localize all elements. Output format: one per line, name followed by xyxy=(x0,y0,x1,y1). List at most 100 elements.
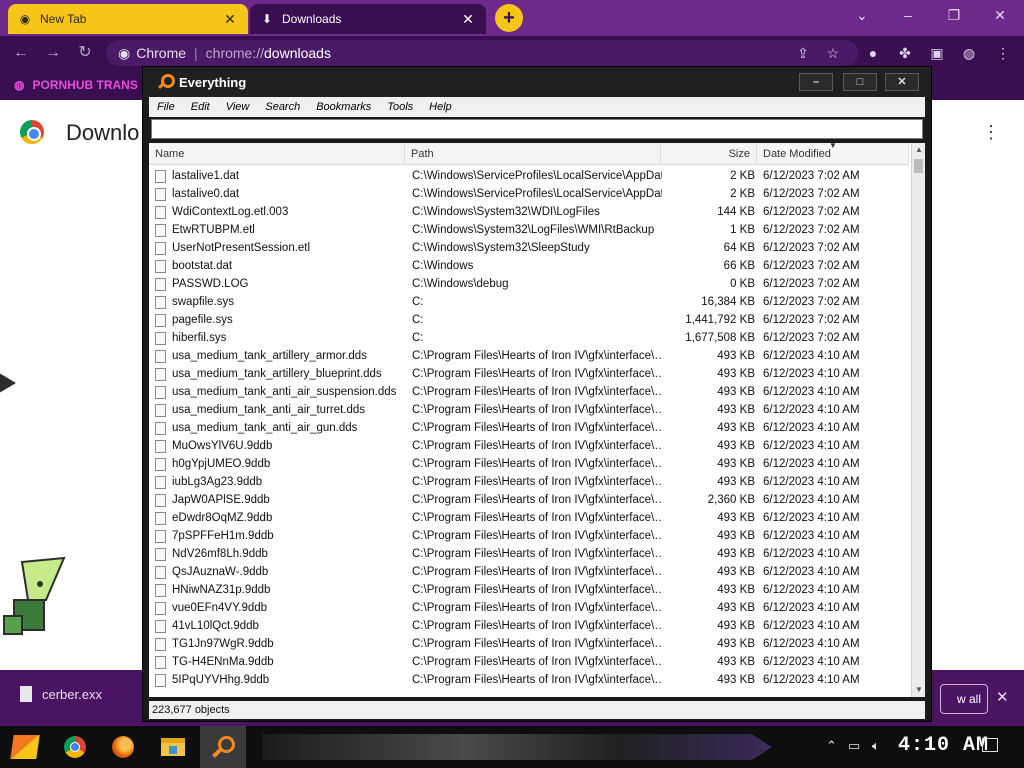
column-header-date-modified[interactable]: Date Modified ▼ xyxy=(757,143,909,165)
back-arrow-icon[interactable]: ← xyxy=(10,42,32,64)
file-size: 493 KB xyxy=(717,368,755,380)
close-window-icon[interactable]: ✕ xyxy=(980,4,1020,26)
result-row[interactable]: hiberfil.sys C: 1,677,508 KB 6/12/2023 7:02… xyxy=(149,329,909,347)
file-path: C:\Windows\System32\WDI\LogFiles xyxy=(412,206,600,218)
close-icon[interactable]: ✕ xyxy=(460,11,476,28)
kebab-menu-icon[interactable]: ⋮ xyxy=(994,44,1012,62)
result-row[interactable]: lastalive1.dat C:\Windows\ServiceProfiles… xyxy=(149,167,909,185)
scroll-down-icon[interactable]: ▼ xyxy=(912,683,925,697)
result-row[interactable]: NdV26mf8Lh.9ddb C:\Program Files\Hearts o… xyxy=(149,545,909,563)
file-name: JapW0APlSE.9ddb xyxy=(172,494,270,506)
close-icon[interactable]: ✕ xyxy=(996,688,1009,706)
file-date-modified: 6/12/2023 4:10 AM xyxy=(763,386,860,398)
file-date-modified: 6/12/2023 7:02 AM xyxy=(763,170,860,182)
result-row[interactable]: TG1Jn97WgR.9ddb C:\Program Files\Hearts o… xyxy=(149,635,909,653)
side-panel-icon[interactable]: ▣ xyxy=(928,44,946,62)
file-path: C:\Program Files\Hearts of Iron IV\gfx\i… xyxy=(412,458,662,470)
tab-downloads[interactable]: ⬇ Downloads ✕ xyxy=(250,4,486,34)
volume-icon[interactable]: 🔈︎ xyxy=(872,738,880,754)
menu-bookmarks[interactable]: Bookmarks xyxy=(316,101,371,113)
result-row[interactable]: QsJAuznaW-.9ddb C:\Program Files\Hearts o… xyxy=(149,563,909,581)
scroll-up-icon[interactable]: ▲ xyxy=(912,143,925,157)
site-chip[interactable]: ◉ Chrome xyxy=(118,45,186,62)
result-row[interactable]: bootstat.dat C:\Windows 66 KB 6/12/2023 7:0… xyxy=(149,257,909,275)
minimize-icon[interactable]: – xyxy=(888,4,928,26)
address-bar[interactable]: ◉ Chrome | chrome:// downloads xyxy=(106,40,858,66)
chevron-up-icon[interactable]: ⌃ xyxy=(826,738,837,754)
extension-avatar-icon[interactable]: ● xyxy=(864,44,882,62)
result-row[interactable]: pagefile.sys C: 1,441,792 KB 6/12/2023 7:02… xyxy=(149,311,909,329)
maximize-button[interactable]: □ xyxy=(843,73,877,91)
tab-new-tab[interactable]: ◉ New Tab ✕ xyxy=(8,4,248,34)
result-row[interactable]: eDwdr8OqMZ.9ddb C:\Program Files\Hearts o… xyxy=(149,509,909,527)
file-path: C:\Program Files\Hearts of Iron IV\gfx\i… xyxy=(412,620,662,632)
minimize-button[interactable]: – xyxy=(799,73,833,91)
close-button[interactable]: ✕ xyxy=(885,73,919,91)
taskbar-file-explorer[interactable] xyxy=(158,732,188,762)
restore-icon[interactable]: ❐ xyxy=(934,4,974,26)
file-icon xyxy=(155,242,166,255)
result-row[interactable]: EtwRTUBPM.etl C:\Windows\System32\LogFile… xyxy=(149,221,909,239)
taskbar-firefox[interactable] xyxy=(108,732,138,762)
column-header-size[interactable]: Size xyxy=(661,143,757,165)
result-row[interactable]: 41vL10lQct.9ddb C:\Program Files\Hearts o… xyxy=(149,617,909,635)
result-row[interactable]: 5IPqUYVHhg.9ddb C:\Program Files\Hearts o… xyxy=(149,671,909,689)
chrome-tab-strip: ◉ New Tab ✕ ⬇ Downloads ✕ + ⌄ – ❐ ✕ xyxy=(0,0,1024,36)
result-row[interactable]: vue0EFn4VY.9ddb C:\Program Files\Hearts o… xyxy=(149,599,909,617)
vertical-scrollbar[interactable]: ▲ ▼ xyxy=(911,143,925,697)
result-row[interactable]: WdiContextLog.etl.003 C:\Windows\System32… xyxy=(149,203,909,221)
notification-icon[interactable] xyxy=(982,738,998,752)
result-row[interactable]: usa_medium_tank_artillery_blueprint.dds C… xyxy=(149,365,909,383)
column-header-path[interactable]: Path xyxy=(405,143,661,165)
result-row[interactable]: h0gYpjUMEO.9ddb C:\Program Files\Hearts o… xyxy=(149,455,909,473)
result-row[interactable]: JapW0APlSE.9ddb C:\Program Files\Hearts o… xyxy=(149,491,909,509)
profile-avatar[interactable]: ◍ xyxy=(960,44,978,62)
network-icon[interactable]: ▭ xyxy=(848,738,860,754)
menu-search[interactable]: Search xyxy=(265,101,300,113)
everything-titlebar[interactable]: Everything – □ ✕ xyxy=(143,67,931,97)
file-icon xyxy=(155,566,166,579)
file-date-modified: 6/12/2023 7:02 AM xyxy=(763,242,860,254)
result-row[interactable]: usa_medium_tank_anti_air_gun.dds C:\Progr… xyxy=(149,419,909,437)
result-row[interactable]: iubLg3Ag23.9ddb C:\Program Files\Hearts o… xyxy=(149,473,909,491)
result-row[interactable]: MuOwsYlV6U.9ddb C:\Program Files\Hearts o… xyxy=(149,437,909,455)
results-list: Name Path Size Date Modified ▼ lastalive… xyxy=(149,143,925,697)
menu-file[interactable]: File xyxy=(157,101,175,113)
puzzle-icon[interactable]: ✤ xyxy=(896,44,914,62)
share-icon[interactable]: ⇪ xyxy=(794,44,812,62)
result-row[interactable]: TG-H4ENnMa.9ddb C:\Program Files\Hearts o… xyxy=(149,653,909,671)
close-icon[interactable]: ✕ xyxy=(222,11,238,28)
result-row[interactable]: PASSWD.LOG C:\Windows\debug 0 KB 6/12/2023 … xyxy=(149,275,909,293)
star-icon[interactable]: ☆ xyxy=(824,44,842,62)
show-all-button[interactable]: w all xyxy=(940,684,988,714)
download-item[interactable]: cerber.exx xyxy=(20,686,102,702)
menu-edit[interactable]: Edit xyxy=(191,101,210,113)
result-row[interactable]: swapfile.sys C: 16,384 KB 6/12/2023 7:02 AM xyxy=(149,293,909,311)
firefox-icon xyxy=(112,736,134,758)
taskbar-chrome[interactable] xyxy=(60,732,90,762)
column-header-name[interactable]: Name xyxy=(149,143,405,165)
search-input[interactable] xyxy=(151,119,923,139)
new-tab-button[interactable]: + xyxy=(495,4,523,32)
result-row[interactable]: usa_medium_tank_anti_air_suspension.dds C… xyxy=(149,383,909,401)
taskbar-everything[interactable] xyxy=(200,726,246,768)
scroll-thumb[interactable] xyxy=(914,159,923,173)
result-row[interactable]: usa_medium_tank_artillery_armor.dds C:\Pr… xyxy=(149,347,909,365)
file-icon xyxy=(155,224,166,237)
result-row[interactable]: HNiwNAZ31p.9ddb C:\Program Files\Hearts o… xyxy=(149,581,909,599)
menu-view[interactable]: View xyxy=(226,101,250,113)
result-row[interactable]: lastalive0.dat C:\Windows\ServiceProfiles… xyxy=(149,185,909,203)
result-row[interactable]: usa_medium_tank_anti_air_turret.dds C:\Pr… xyxy=(149,401,909,419)
result-row[interactable]: UserNotPresentSession.etl C:\Windows\Syst… xyxy=(149,239,909,257)
forward-arrow-icon[interactable]: → xyxy=(42,42,64,64)
bookmark-item[interactable]: PORNHUB TRANS xyxy=(32,78,137,92)
taskbar-clock[interactable]: 4:10 AM xyxy=(898,734,989,757)
kebab-menu-icon[interactable]: ⋮ xyxy=(982,122,1000,142)
reload-icon[interactable]: ↻ xyxy=(74,42,96,64)
menu-help[interactable]: Help xyxy=(429,101,452,113)
start-button[interactable] xyxy=(10,732,40,762)
chevron-down-icon[interactable]: ⌄ xyxy=(842,4,882,26)
file-icon xyxy=(155,404,166,417)
menu-tools[interactable]: Tools xyxy=(387,101,413,113)
result-row[interactable]: 7pSPFFeH1m.9ddb C:\Program Files\Hearts o… xyxy=(149,527,909,545)
